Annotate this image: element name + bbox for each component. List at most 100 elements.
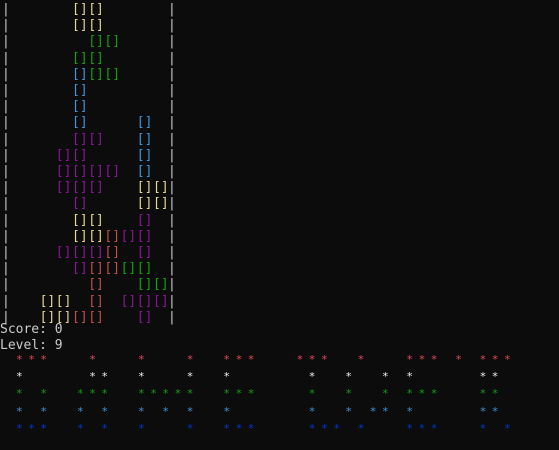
banner-star: * (504, 353, 511, 366)
banner-star: * (16, 421, 23, 435)
banner-star: * (101, 404, 109, 418)
banner-star: * (479, 387, 487, 401)
banner-star: * (406, 421, 414, 435)
banner-star: * (491, 387, 499, 401)
banner-star: * (16, 404, 23, 418)
banner-star: * (40, 353, 48, 366)
banner-star: * (418, 421, 426, 435)
tetromino-block: [] (104, 164, 121, 179)
banner-star: * (491, 370, 499, 384)
banner-star: * (479, 353, 487, 366)
tetromino-block: [] (88, 309, 104, 325)
tetromino-block: [] (88, 18, 104, 34)
banner-star: * (138, 387, 145, 401)
star-banner: * * * * * * * * * * * * * * * * * * * * * * * * * * * * * * * * * * * * * * * *… (0, 350, 559, 440)
banner-star: * (138, 353, 145, 366)
tetromino-block: [] (72, 245, 88, 260)
banner-star: * (479, 421, 487, 435)
banner-star: * (223, 404, 231, 418)
banner-star: * (430, 353, 438, 366)
tetromino-block: [] (104, 261, 121, 277)
banner-star: * (16, 370, 23, 384)
banner-star: * (479, 370, 487, 384)
tetromino-block: [] (136, 115, 153, 131)
banner-star: * (382, 387, 389, 401)
banner-star: * (77, 404, 84, 418)
tetromino-block: [] (72, 131, 88, 147)
tetromino-block: [] (88, 212, 104, 228)
tetromino-block: [] (88, 293, 104, 309)
tetromino-block: [] (153, 196, 169, 212)
banner-star: * (345, 404, 353, 418)
banner-star: * (223, 370, 231, 384)
tetromino-block: [] (55, 180, 72, 196)
banner-star: * (77, 387, 84, 401)
tetromino-block: [] (72, 83, 88, 98)
banner-star: * (186, 404, 194, 418)
tetromino-block: [] (88, 261, 104, 277)
banner-star: * (333, 421, 340, 435)
banner-star: * (418, 387, 426, 401)
banner-star: * (308, 370, 316, 384)
banner-star: * (138, 404, 145, 418)
banner-star: * (491, 353, 499, 366)
banner-star: * (357, 421, 365, 435)
banner-star: * (235, 421, 243, 435)
banner-star: * (345, 370, 353, 384)
tetromino-block: [] (88, 245, 104, 260)
banner-star: * (89, 370, 96, 384)
banner-star: * (150, 387, 157, 401)
tetromino-block: [] (88, 2, 104, 17)
tetromino-block: [] (136, 212, 153, 228)
banner-star: * (479, 404, 487, 418)
banner-star: * (89, 387, 96, 401)
banner-star: * (406, 387, 414, 401)
tetromino-block: [] (104, 245, 121, 260)
tetromino-block: [] (72, 2, 88, 17)
tetromino-block: [] (136, 261, 153, 277)
tetromino-block: [] (72, 212, 88, 228)
banner-star: * (345, 387, 353, 401)
tetromino-block: [] (72, 180, 88, 196)
tetromino-block: [] (88, 164, 104, 179)
tetromino-block: [] (88, 180, 104, 196)
banner-star: * (40, 421, 48, 435)
tetromino-block: [] (136, 147, 153, 163)
banner-star: * (174, 387, 182, 401)
banner-star: * (430, 421, 438, 435)
banner-star: * (89, 353, 96, 366)
tetromino-block: [] (136, 245, 153, 260)
banner-star: * (247, 353, 255, 366)
banner-star: * (321, 421, 328, 435)
tetromino-block: [] (72, 99, 88, 115)
banner-star: * (406, 370, 414, 384)
tetromino-block: [] (72, 228, 88, 244)
banner-star: * (491, 404, 499, 418)
banner-star: * (223, 387, 231, 401)
tetromino-block: [] (88, 277, 104, 293)
tetromino-block: [] (136, 293, 153, 309)
banner-star: * (77, 421, 84, 435)
tetromino-block: [] (136, 131, 153, 147)
board-left-wall: | | | | | | | | | | | | | | | | | | | | (2, 2, 10, 325)
banner-star: * (138, 421, 145, 435)
tetromino-block: [] (88, 228, 104, 244)
tetromino-block: [] (72, 18, 88, 34)
tetromino-block: [] (55, 147, 72, 163)
banner-star: * (101, 421, 109, 435)
tetromino-block: [] (104, 34, 121, 50)
banner-star: * (357, 353, 365, 366)
tetromino-block: [] (104, 66, 121, 82)
banner-star: * (321, 353, 328, 366)
tetromino-block: [] (39, 293, 56, 309)
banner-star: * (28, 421, 35, 435)
tetromino-block: [] (72, 164, 88, 179)
tetromino-block: [] (153, 293, 169, 309)
tetromino-block: [] (136, 309, 153, 325)
banner-star: * (308, 387, 316, 401)
board-right-wall: | | | | | | | | | | | | | | | | | | | | (168, 2, 176, 325)
tetromino-block: [] (136, 180, 153, 196)
tetromino-block: [] (72, 147, 88, 163)
banner-star: * (28, 353, 35, 366)
banner-star: * (418, 353, 426, 366)
